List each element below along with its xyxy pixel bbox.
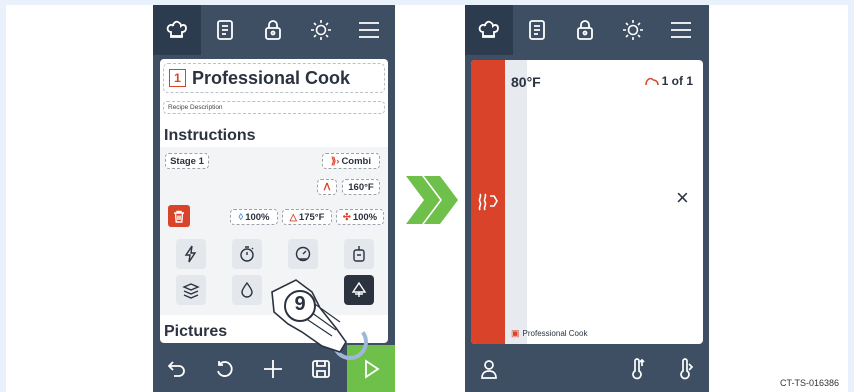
stage-label[interactable]: Stage 1 <box>165 153 209 169</box>
combi-steam-icon: ⟫› <box>330 155 340 167</box>
humidity-pill[interactable]: ◊ 100% <box>230 209 278 225</box>
nav-recipes[interactable] <box>201 5 249 55</box>
lock-icon <box>265 20 281 40</box>
core-temp-pill[interactable]: △ 175°F <box>282 209 332 225</box>
recipe-description-field[interactable]: Recipe Description <box>163 101 385 114</box>
sun-icon <box>311 20 331 40</box>
back-button[interactable] <box>153 345 201 392</box>
trash-icon <box>174 210 184 223</box>
chef-profile-button[interactable] <box>465 345 513 392</box>
nav-menu[interactable] <box>345 5 393 55</box>
water-drop-icon: ◊ <box>238 211 244 223</box>
document-code: CT-TS-016386 <box>780 378 840 388</box>
chef-hat-icon <box>166 20 187 38</box>
step-number-badge: 9 <box>294 293 306 315</box>
delete-stage-button[interactable] <box>168 205 190 227</box>
nav-brightness[interactable] <box>297 5 345 55</box>
nav-chef-hat[interactable] <box>153 5 201 55</box>
thermometer-up-icon <box>632 357 645 379</box>
bottom-toolbar <box>465 345 709 392</box>
probe-device-icon <box>353 246 365 262</box>
screenshot-stage: 1 Professional Cook Recipe Description I… <box>0 0 854 392</box>
recipe-title-field[interactable]: 1 Professional Cook <box>163 63 385 93</box>
document-icon <box>529 20 545 40</box>
nav-lock[interactable] <box>249 5 297 55</box>
cooking-progress-panel: 80°F 1 of 1 × ▣ Professional Cook <box>471 60 703 344</box>
close-button[interactable]: × <box>676 185 689 211</box>
gauge-icon <box>295 246 311 262</box>
return-arrow-icon <box>167 360 185 377</box>
current-temperature: 80°F <box>511 74 541 90</box>
lock-icon <box>577 20 593 40</box>
nav-chef-hat[interactable] <box>465 5 513 55</box>
steam-icon <box>478 193 498 211</box>
nav-brightness[interactable] <box>609 5 657 55</box>
hamburger-menu-icon <box>359 22 379 38</box>
function-button-4[interactable] <box>344 239 374 269</box>
function-button-5[interactable] <box>176 275 206 305</box>
timer-icon <box>240 246 254 262</box>
progress-track <box>505 60 527 344</box>
hamburger-menu-icon <box>671 22 691 38</box>
heat-icon[interactable]: ᐱ <box>317 179 337 195</box>
chef-person-icon <box>481 359 497 379</box>
nav-recipes[interactable] <box>513 5 561 55</box>
top-nav <box>465 5 709 55</box>
fan-value: 100% <box>352 211 378 223</box>
probe-icon: △ <box>289 211 297 223</box>
chef-hat-icon <box>478 20 499 38</box>
drop-icon <box>241 281 253 298</box>
cooking-status-device: 80°F 1 of 1 × ▣ Professional Cook <box>465 5 709 392</box>
transition-arrow-icon <box>406 176 458 224</box>
recipe-title: Professional Cook <box>192 67 351 88</box>
undo-button[interactable] <box>201 345 249 392</box>
fan-pill[interactable]: ✣ 100% <box>336 209 384 225</box>
temperature-pill[interactable]: 160°F <box>342 179 380 195</box>
humidity-value: 100% <box>245 211 270 223</box>
thermometer-icon <box>680 357 694 379</box>
mode-pill[interactable]: ⟫› Combi <box>322 153 380 169</box>
function-button-1[interactable] <box>176 239 206 269</box>
hand-pointer-overlay <box>271 279 368 360</box>
recipe-number: 1 <box>169 69 186 87</box>
temperature-button[interactable] <box>661 345 709 392</box>
stage-count-text: 1 of 1 <box>661 74 693 88</box>
document-icon: ▣ <box>511 328 520 338</box>
undo-icon <box>217 360 233 377</box>
stage-link-icon <box>644 77 659 86</box>
stage-counter: 1 of 1 <box>644 74 693 88</box>
pictures-heading: Pictures <box>164 323 228 340</box>
lightning-icon <box>184 245 197 263</box>
core-probe-button[interactable] <box>613 345 661 392</box>
nav-lock[interactable] <box>561 5 609 55</box>
recipe-name: Professional Cook <box>522 329 588 338</box>
function-button-3[interactable] <box>288 239 318 269</box>
top-nav <box>153 5 395 55</box>
instructions-heading: Instructions <box>164 127 256 144</box>
fan-icon: ✣ <box>342 211 351 223</box>
document-icon <box>217 20 233 40</box>
nav-menu[interactable] <box>657 5 705 55</box>
layers-icon <box>182 283 200 299</box>
mode-label: Combi <box>341 155 371 167</box>
core-temp-value: 175°F <box>298 211 325 223</box>
sun-icon <box>623 20 643 40</box>
recipe-tag: ▣ Professional Cook <box>511 328 587 339</box>
function-button-6[interactable] <box>232 275 262 305</box>
function-button-2[interactable] <box>232 239 262 269</box>
